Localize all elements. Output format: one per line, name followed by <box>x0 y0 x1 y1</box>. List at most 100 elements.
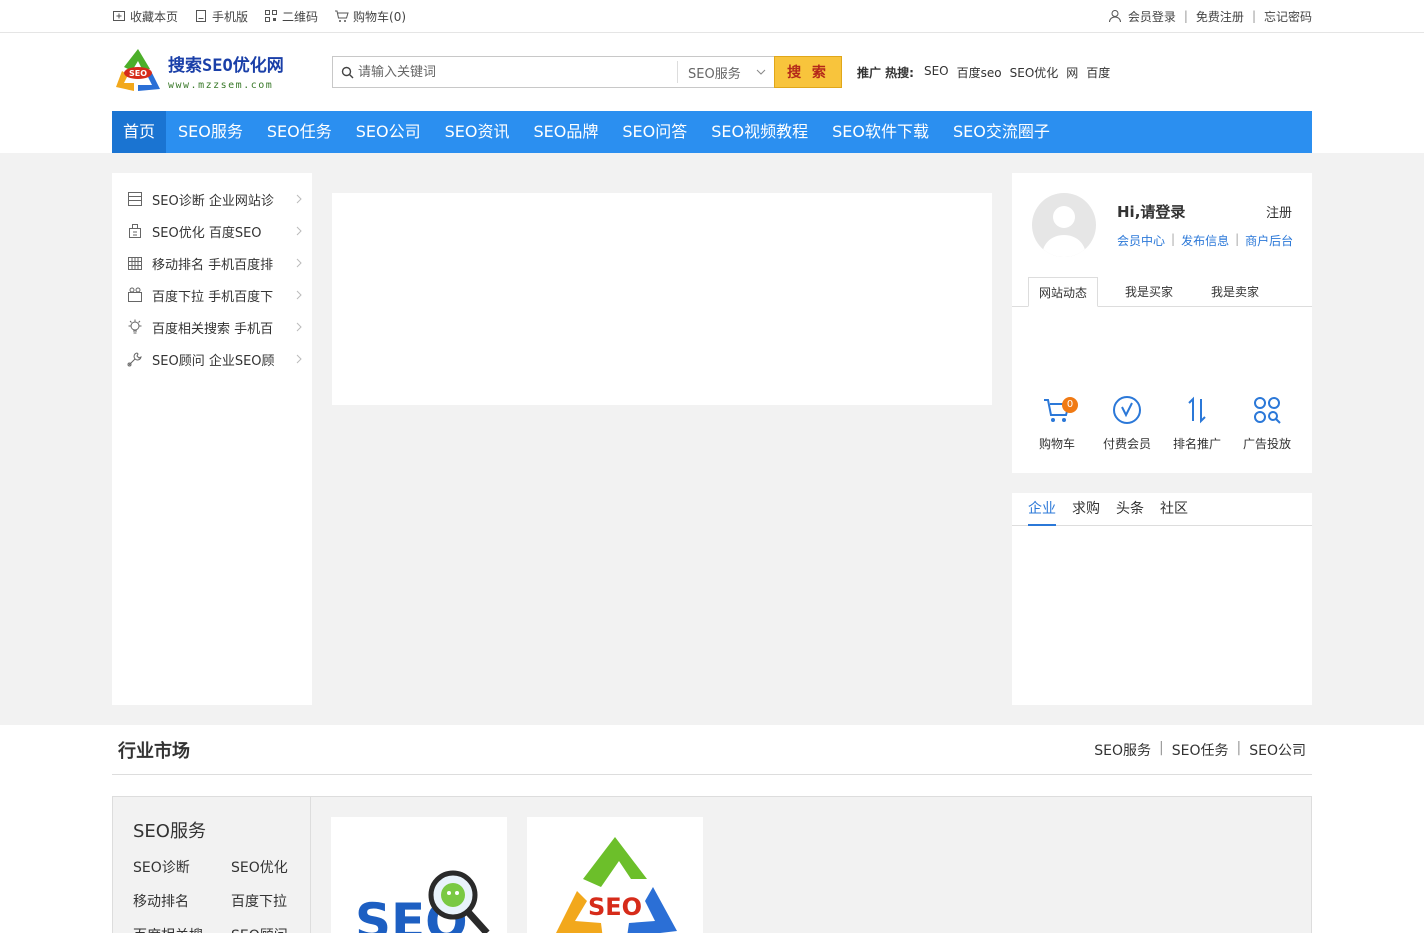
hot-word[interactable]: 网 <box>1066 64 1078 81</box>
hot-word[interactable]: 百度seo <box>957 64 1002 81</box>
category-item[interactable]: 百度相关搜索 手机百 <box>112 311 312 343</box>
nav-seo-video[interactable]: SEO视频教程 <box>699 111 820 153</box>
product-card[interactable]: SEO <box>527 817 703 933</box>
industry-link[interactable]: SEO服务 <box>1094 740 1151 760</box>
publish-info-link[interactable]: 发布信息 <box>1181 232 1229 249</box>
bookmark-link[interactable]: 收藏本页 <box>112 8 178 25</box>
camera-icon <box>128 287 142 302</box>
cart-badge: 0 <box>1062 397 1078 413</box>
search-input[interactable] <box>354 58 677 86</box>
tab-purchase[interactable]: 求购 <box>1072 493 1100 526</box>
tab-headlines[interactable]: 头条 <box>1116 493 1144 526</box>
archive-icon <box>128 192 142 206</box>
hot-label: 推广 热搜: <box>857 66 914 80</box>
qrcode-icon <box>265 10 278 22</box>
quick-cart[interactable]: 0 购物车 <box>1022 395 1092 452</box>
industry-side-item[interactable]: 百度相关搜 <box>133 925 231 933</box>
category-item[interactable]: 移动排名 手机百度排 <box>112 247 312 279</box>
category-list: SEO诊断 企业网站诊 SEO优化 百度SEO 移动排名 手机百度排 百度下拉 … <box>112 173 312 705</box>
quick-ranking[interactable]: 排名推广 <box>1162 395 1232 452</box>
search-bar: SEO服务 搜 索 <box>332 56 842 88</box>
apps-icon <box>1254 397 1281 424</box>
nav-seo-news[interactable]: SEO资讯 <box>433 111 522 153</box>
category-label: 移动排名 手机百度排 <box>152 257 274 273</box>
quick-paid-member[interactable]: 付费会员 <box>1092 395 1162 452</box>
mobile-link[interactable]: 手机版 <box>194 8 248 25</box>
category-item[interactable]: SEO优化 百度SEO <box>112 215 312 247</box>
bulb-icon <box>128 319 142 334</box>
qrcode-label: 二维码 <box>282 9 319 24</box>
chevron-right-icon <box>296 194 302 204</box>
banner-slot[interactable] <box>332 193 992 405</box>
register-link[interactable]: 免费注册 <box>1196 8 1244 25</box>
user-register-link[interactable]: 注册 <box>1266 202 1292 221</box>
hot-word[interactable]: SEO <box>924 64 949 81</box>
cart-link[interactable]: 购物车(0) <box>334 8 406 25</box>
industry-side-item[interactable]: SEO顾问 <box>231 925 311 933</box>
nav-seo-company[interactable]: SEO公司 <box>344 111 433 153</box>
quick-links: 0 购物车 付费会员 排名推广 广告投放 <box>1012 395 1312 452</box>
nav-seo-service[interactable]: SEO服务 <box>166 111 255 153</box>
industry-side-item[interactable]: SEO优化 <box>231 857 311 877</box>
separator: | <box>1159 739 1164 756</box>
industry-section: 行业市场 SEO服务 | SEO任务 | SEO公司 SEO服务 SEO诊断 S… <box>112 725 1312 933</box>
main-area: SEO诊断 企业网站诊 SEO优化 百度SEO 移动排名 手机百度排 百度下拉 … <box>0 153 1424 725</box>
quick-label: 购物车 <box>1038 437 1075 451</box>
chevron-right-icon <box>296 354 302 364</box>
bookmark-icon <box>113 11 125 21</box>
chevron-right-icon <box>296 322 302 332</box>
hot-word[interactable]: 百度 <box>1086 64 1110 81</box>
nav-seo-brand[interactable]: SEO品牌 <box>522 111 611 153</box>
industry-link[interactable]: SEO公司 <box>1249 740 1306 760</box>
main-nav: 首页 SEO服务 SEO任务 SEO公司 SEO资讯 SEO品牌 SEO问答 S… <box>0 111 1424 153</box>
category-item[interactable]: SEO顾问 企业SEO顾 <box>112 343 312 375</box>
nav-seo-community[interactable]: SEO交流圈子 <box>941 111 1062 153</box>
nav-seo-task[interactable]: SEO任务 <box>255 111 344 153</box>
nav-home[interactable]: 首页 <box>112 111 167 153</box>
hot-searches: 推广 热搜: SEO 百度seo SEO优化 网 百度 <box>857 64 1118 81</box>
bookmark-label: 收藏本页 <box>130 9 179 24</box>
tab-enterprise[interactable]: 企业 <box>1028 493 1056 526</box>
separator: | <box>1235 232 1240 246</box>
top-bar: 收藏本页 手机版 二维码 购物车(0) 会员登录 | 免费注册 | 忘记密码 <box>0 0 1424 33</box>
avatar[interactable] <box>1032 193 1096 257</box>
vip-icon <box>1113 396 1141 424</box>
calendar-icon <box>128 257 142 270</box>
search-button[interactable]: 搜 索 <box>774 56 842 88</box>
tab-site-activity[interactable]: 网站动态 <box>1028 277 1098 307</box>
member-center-link[interactable]: 会员中心 <box>1117 232 1165 249</box>
category-label: SEO优化 百度SEO <box>152 225 262 241</box>
mobile-label: 手机版 <box>212 9 249 24</box>
hot-word[interactable]: SEO优化 <box>1010 64 1059 81</box>
nav-seo-qa[interactable]: SEO问答 <box>610 111 699 153</box>
search-icon <box>341 66 354 78</box>
category-item[interactable]: 百度下拉 手机百度下 <box>112 279 312 311</box>
industry-side-item[interactable]: SEO诊断 <box>133 857 231 877</box>
category-label: SEO诊断 企业网站诊 <box>152 193 274 209</box>
industry-side-item[interactable]: 百度下拉 <box>231 891 311 911</box>
login-link[interactable]: 会员登录 <box>1128 8 1176 25</box>
logo-title: 搜索SEO优化网 <box>168 56 284 76</box>
forgot-password-link[interactable]: 忘记密码 <box>1264 8 1312 25</box>
user-panel: Hi,请登录 注册 会员中心 | 发布信息 | 商户后台 网站动态 我是买家 我… <box>1012 173 1312 473</box>
product-card[interactable]: SEO <box>331 817 507 933</box>
industry-link[interactable]: SEO任务 <box>1172 740 1229 760</box>
qrcode-link[interactable]: 二维码 <box>264 8 318 25</box>
search-category-select[interactable]: SEO服务 <box>677 61 774 83</box>
industry-side-title[interactable]: SEO服务 <box>133 817 310 843</box>
tab-buyer[interactable]: 我是买家 <box>1114 277 1184 307</box>
default-avatar-icon <box>1042 206 1086 257</box>
category-item[interactable]: SEO诊断 企业网站诊 <box>112 183 312 215</box>
tab-community[interactable]: 社区 <box>1160 493 1188 526</box>
tab-seller[interactable]: 我是卖家 <box>1200 277 1270 307</box>
nav-seo-software[interactable]: SEO软件下载 <box>820 111 941 153</box>
merchant-backend-link[interactable]: 商户后台 <box>1245 232 1293 249</box>
site-logo[interactable]: SEO 搜索SEO优化网 www.mzzsem.com <box>112 45 302 97</box>
quick-ads[interactable]: 广告投放 <box>1232 395 1302 452</box>
header: SEO 搜索SEO优化网 www.mzzsem.com SEO服务 搜 索 推广… <box>0 33 1424 111</box>
industry-side-item[interactable]: 移动排名 <box>133 891 231 911</box>
cart-icon <box>335 10 349 22</box>
user-icon <box>1108 10 1121 23</box>
login-greeting[interactable]: Hi,请登录 <box>1117 201 1185 222</box>
chevron-right-icon <box>296 290 302 300</box>
